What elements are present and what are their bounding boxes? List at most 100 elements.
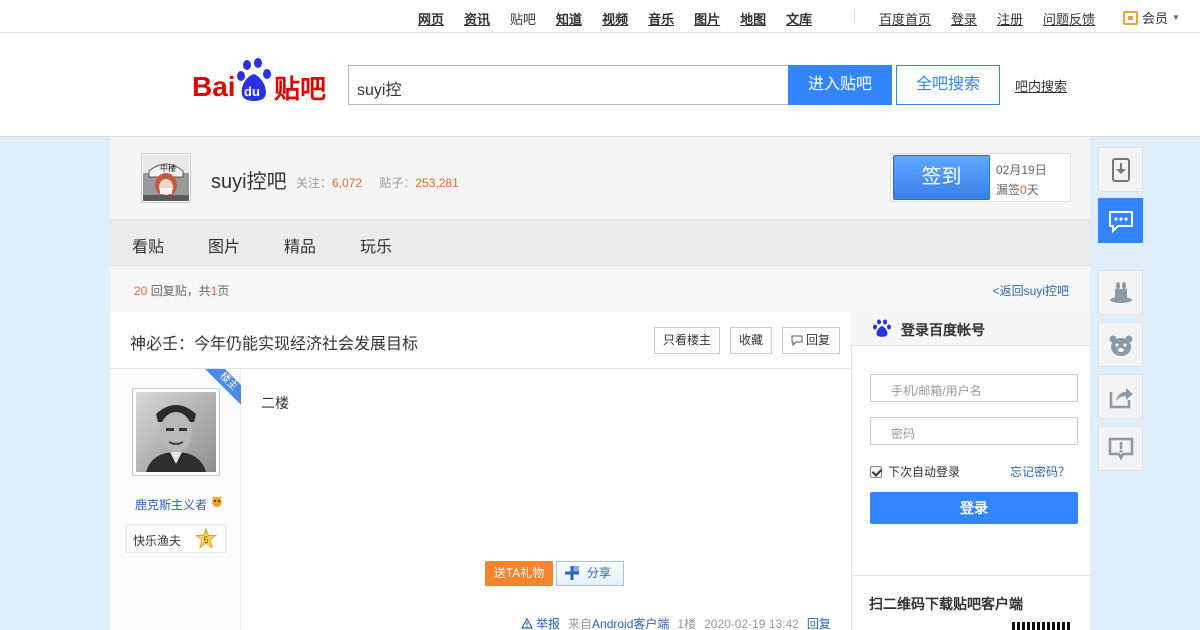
reply-text: 回复贴，共: [147, 284, 211, 298]
forum-name[interactable]: suyi控吧: [211, 165, 287, 194]
posts-label: 贴子：: [379, 176, 416, 190]
level-badge[interactable]: 快乐渔夫 5: [126, 524, 226, 553]
baidu-tieba-logo[interactable]: Bai du 贴吧: [192, 56, 332, 104]
author-name-text: 鹿克斯主义者: [135, 498, 208, 512]
back-to-forum-link[interactable]: <返回suyi控吧: [993, 282, 1069, 299]
nav-news[interactable]: 资讯: [464, 9, 490, 28]
report-icon: [1108, 437, 1134, 461]
post-tail: 举报 来自 Android客户端 1楼 2020-02-19 13:42 回复: [521, 615, 831, 630]
sign-date: 02月19日: [996, 163, 1047, 177]
missed-count: 0: [1020, 183, 1027, 197]
download-icon: [1112, 158, 1130, 182]
share-label: 分享: [587, 566, 612, 580]
op-badge: 楼主: [205, 369, 241, 405]
follow-label: 关注：: [296, 176, 333, 190]
tab-fun[interactable]: 玩乐: [360, 233, 392, 257]
svg-text:Bai: Bai: [192, 71, 236, 102]
magic-button[interactable]: [1098, 270, 1143, 315]
from-prefix: 来自: [568, 617, 593, 630]
posts-count: 253,281: [415, 176, 459, 190]
top-bar: 网页 资讯 贴吧 知道 视频 音乐 图片 地图 文库 百度首页 登录 注册 问题…: [0, 0, 1200, 33]
enter-tieba-button[interactable]: 进入贴吧: [788, 65, 892, 105]
forgot-password-link[interactable]: 忘记密码？: [1010, 463, 1070, 480]
bear-button[interactable]: [1098, 322, 1143, 367]
nav-web[interactable]: 网页: [418, 9, 444, 28]
download-app-button[interactable]: [1098, 147, 1143, 192]
tab-featured[interactable]: 精品: [284, 233, 316, 257]
message-icon: [1109, 211, 1133, 234]
svg-text:中楼: 中楼: [160, 163, 176, 173]
remember-checkbox[interactable]: [870, 465, 882, 478]
reply-count: 20: [134, 284, 148, 298]
qr-code-image: [1012, 622, 1072, 630]
author-name[interactable]: 鹿克斯主义者: [135, 496, 223, 513]
login-link[interactable]: 登录: [951, 9, 977, 28]
client-link[interactable]: Android客户端: [592, 615, 669, 630]
send-gift-button[interactable]: 送TA礼物: [485, 561, 553, 586]
password-input[interactable]: 密码: [870, 417, 1078, 445]
search-input[interactable]: suyi控: [348, 65, 789, 105]
nav-images[interactable]: 图片: [694, 9, 720, 28]
sign-info: 02月19日 漏签0天: [996, 160, 1047, 200]
post-content: 二楼: [261, 395, 289, 411]
level-star-icon: 5: [195, 528, 217, 549]
share-plus-icon: [565, 566, 579, 580]
share-button[interactable]: 分享: [556, 561, 624, 586]
forum-stats: 关注：6,072 贴子：253,281: [296, 174, 459, 191]
favorite-button[interactable]: 收藏: [730, 327, 772, 354]
level-name: 快乐渔夫: [133, 534, 182, 548]
post-time: 2020-02-19 13:42: [704, 616, 799, 630]
nav-tieba[interactable]: 贴吧: [510, 9, 536, 28]
forum-avatar-image: 中楼: [143, 155, 189, 201]
sidebar-divider: [851, 575, 1090, 576]
share-float-button[interactable]: [1098, 374, 1143, 419]
remember-label: 下次自动登录: [888, 465, 961, 479]
sign-in-button[interactable]: 签到: [893, 155, 990, 200]
feedback-link[interactable]: 问题反馈: [1043, 9, 1095, 28]
only-op-button[interactable]: 只看楼主: [654, 327, 720, 354]
share-icon: [1109, 388, 1133, 409]
reply-link[interactable]: 回复: [807, 615, 831, 630]
missed-prefix: 漏签: [996, 183, 1021, 197]
tab-images[interactable]: 图片: [208, 233, 240, 257]
thread-info-bar: 20 回复贴，共1页 <返回suyi控吧: [110, 266, 1090, 312]
magic-hat-icon: [1110, 282, 1132, 303]
nav-wenku[interactable]: 文库: [786, 9, 812, 28]
username-input[interactable]: 手机/邮箱/用户名: [870, 374, 1078, 402]
author-avatar-image: [136, 392, 216, 472]
report-float-button[interactable]: [1098, 426, 1143, 471]
baidu-home-link[interactable]: 百度首页: [879, 9, 931, 28]
qr-title: 扫二维码下载贴吧客户端: [869, 596, 1023, 612]
register-link[interactable]: 注册: [997, 9, 1023, 28]
chevron-down-icon: ▼: [1172, 13, 1180, 22]
tab-posts[interactable]: 看贴: [132, 233, 164, 257]
page-suffix: 页: [217, 284, 230, 298]
top-right-links: 百度首页 登录 注册 问题反馈: [879, 9, 1115, 28]
bear-icon: [1109, 335, 1133, 356]
level-number: 5: [203, 535, 208, 545]
nav-music[interactable]: 音乐: [648, 9, 674, 28]
nav-map[interactable]: 地图: [740, 9, 766, 28]
nav-video[interactable]: 视频: [602, 9, 628, 28]
comment-icon: [791, 335, 803, 346]
floor-number: 1楼: [677, 617, 697, 630]
top-nav: 网页 资讯 贴吧 知道 视频 音乐 图片 地图 文库: [418, 9, 832, 28]
op-badge-label: 楼主: [205, 369, 241, 405]
svg-text:贴吧: 贴吧: [274, 75, 326, 104]
reply-button-label: 回复: [805, 333, 830, 347]
vip-icon: [1123, 10, 1138, 25]
message-button[interactable]: [1098, 198, 1143, 243]
reply-button[interactable]: 回复: [782, 327, 840, 354]
login-button[interactable]: 登录: [870, 492, 1078, 524]
reply-summary: 20 回复贴，共1页: [134, 282, 229, 299]
thread-title: 神必壬：今年仍能实现经济社会发展目标: [130, 336, 419, 353]
search-all-button[interactable]: 全吧搜索: [896, 65, 1000, 105]
search-in-bar-link[interactable]: 吧内搜索: [1015, 76, 1067, 95]
report-link[interactable]: 举报: [536, 615, 560, 630]
forum-avatar[interactable]: 中楼: [141, 153, 191, 203]
nav-zhidao[interactable]: 知道: [556, 9, 582, 28]
vip-menu[interactable]: 会员 ▼: [1123, 8, 1180, 27]
vip-label: 会员: [1142, 11, 1169, 26]
remember-me[interactable]: 下次自动登录: [870, 463, 960, 480]
warning-icon: [521, 618, 533, 629]
